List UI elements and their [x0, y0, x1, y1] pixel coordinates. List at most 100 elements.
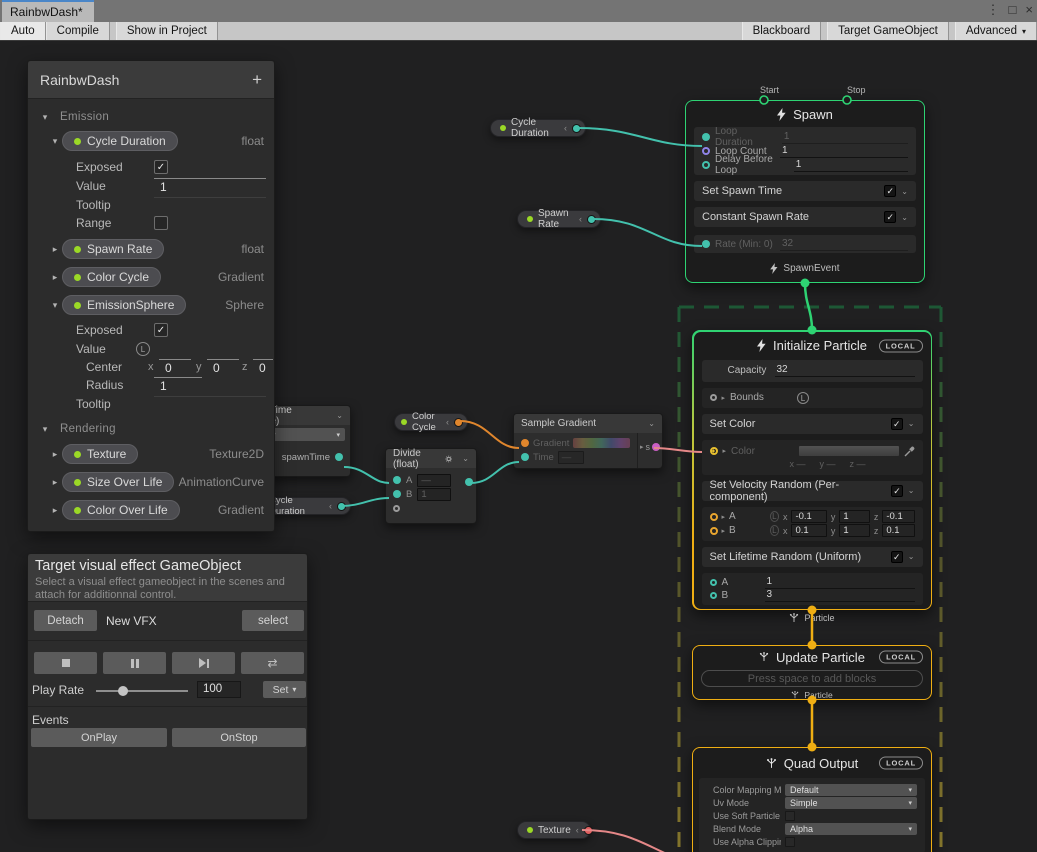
chevron-right-icon[interactable]: ▸: [48, 449, 62, 460]
expand-output-icon[interactable]: ▸: [640, 443, 644, 451]
range-checkbox[interactable]: [154, 216, 168, 230]
node-divide-float[interactable]: Divide (float) ⌄ A — B 1: [385, 448, 477, 524]
edge-texture-to-quad-output[interactable]: [582, 830, 705, 852]
velocity-a-z[interactable]: -0.1: [882, 510, 914, 523]
param-texture[interactable]: ▸ Texture Texture2D: [28, 444, 274, 464]
chevron-right-icon[interactable]: ▸: [48, 272, 62, 283]
center-x-field[interactable]: 0: [159, 359, 191, 374]
advanced-dropdown-button[interactable]: Advanced ▾: [955, 22, 1037, 40]
soft-particle-checkbox[interactable]: [785, 811, 795, 821]
loop-duration-value[interactable]: 1: [782, 131, 908, 144]
flow-spawn-to-initialize[interactable]: [805, 283, 812, 330]
chevron-right-icon[interactable]: ▸: [48, 244, 62, 255]
eyedropper-icon[interactable]: [904, 446, 915, 457]
onstop-button[interactable]: OnStop: [172, 728, 306, 747]
close-icon[interactable]: ×: [1025, 2, 1033, 18]
detach-button[interactable]: Detach: [34, 610, 97, 631]
divide-input-b-port[interactable]: [393, 490, 401, 498]
pill-output-port[interactable]: [587, 215, 596, 224]
expand-icon[interactable]: ▸: [722, 394, 726, 402]
category-rendering[interactable]: ▾ Rendering: [28, 421, 274, 437]
divide-add-input-port[interactable]: [393, 505, 400, 512]
chevron-down-icon[interactable]: ▾: [38, 424, 52, 435]
divide-b-field[interactable]: 1: [417, 488, 451, 501]
param-color-cycle[interactable]: ▸ Color Cycle Gradient: [28, 267, 274, 287]
step-button[interactable]: [172, 652, 235, 674]
pill-output-port[interactable]: [572, 124, 581, 133]
divide-a-field[interactable]: —: [417, 474, 451, 487]
param-size-over-life[interactable]: ▸ Size Over Life AnimationCurve: [28, 472, 274, 492]
color-field[interactable]: [799, 446, 899, 456]
play-rate-slider-track[interactable]: [96, 690, 188, 692]
color-mapping-dropdown[interactable]: Default ▾: [785, 784, 917, 796]
blackboard-toggle-button[interactable]: Blackboard: [742, 22, 822, 40]
play-rate-value-field[interactable]: 100: [197, 681, 241, 698]
lifetime-b-port[interactable]: [710, 592, 717, 599]
divide-output-port[interactable]: [465, 478, 473, 486]
chevron-down-icon[interactable]: ▾: [38, 112, 52, 123]
gear-icon[interactable]: [445, 454, 452, 464]
block-constant-spawn-rate[interactable]: Constant Spawn Rate ✓ ⌄: [694, 207, 916, 227]
exposed-checkbox[interactable]: ✓: [154, 323, 168, 337]
expand-icon[interactable]: ▸: [722, 513, 726, 521]
expand-icon[interactable]: ▸: [722, 527, 726, 535]
param-color-over-life[interactable]: ▸ Color Over Life Gradient: [28, 500, 274, 520]
restart-button[interactable]: ⇄: [241, 652, 304, 674]
play-rate-slider-knob[interactable]: [118, 686, 128, 696]
spawntime-output-port[interactable]: [335, 453, 343, 461]
show-in-project-button[interactable]: Show in Project: [116, 22, 218, 40]
radius-field[interactable]: 1: [154, 377, 202, 392]
chevron-down-icon[interactable]: ⌄: [648, 419, 655, 428]
collapse-icon[interactable]: ‹: [564, 123, 567, 133]
param-cycle-duration[interactable]: ▾ Cycle Duration float: [28, 131, 274, 151]
loop-duration-port[interactable]: [702, 133, 710, 141]
pause-button[interactable]: [103, 652, 166, 674]
set-play-rate-button[interactable]: Set ▾: [263, 681, 306, 698]
chevron-down-icon[interactable]: ⌄: [908, 486, 915, 495]
center-z-field[interactable]: 0: [253, 359, 273, 374]
gradient-preview[interactable]: [573, 438, 630, 448]
edge-divide-to-time[interactable]: [471, 462, 519, 483]
expand-icon[interactable]: ▸: [723, 447, 727, 455]
chevron-down-icon[interactable]: ▾: [48, 300, 62, 311]
lifetime-a-port[interactable]: [710, 579, 717, 586]
edge-cycle-duration-to-loop-duration[interactable]: [578, 128, 702, 146]
auto-button[interactable]: Auto: [0, 22, 46, 40]
alpha-clipping-checkbox[interactable]: [785, 837, 795, 847]
menu-icon[interactable]: ⋮: [987, 2, 1000, 18]
chevron-right-icon[interactable]: ▸: [48, 477, 62, 488]
block-set-spawn-time[interactable]: Set Spawn Time ✓ ⌄: [694, 181, 916, 201]
collapse-icon[interactable]: ‹: [579, 214, 582, 224]
uv-mode-dropdown[interactable]: Simple ▾: [785, 797, 917, 809]
param-spawn-rate[interactable]: ▸ Spawn Rate float: [28, 239, 274, 259]
capacity-value[interactable]: 32: [775, 364, 915, 377]
block-enabled-checkbox[interactable]: ✓: [884, 185, 896, 197]
linked-icon[interactable]: L: [797, 392, 809, 404]
chevron-down-icon[interactable]: ⌄: [901, 187, 908, 196]
chevron-down-icon[interactable]: ⌄: [908, 552, 915, 561]
collapse-icon[interactable]: ‹: [576, 825, 579, 835]
chevron-down-icon[interactable]: ⌄: [901, 213, 908, 222]
chevron-right-icon[interactable]: ▸: [48, 505, 62, 516]
block-set-velocity-random[interactable]: Set Velocity Random (Per-component) ✓ ⌄: [702, 481, 923, 501]
value-field[interactable]: 1: [154, 178, 266, 193]
chevron-down-icon[interactable]: ▾: [48, 136, 62, 147]
center-y-field[interactable]: 0: [207, 359, 239, 374]
tab-rainbwdash[interactable]: RainbwDash*: [2, 0, 94, 22]
block-set-color[interactable]: Set Color ✓ ⌄: [702, 414, 923, 434]
pill-spawn-rate[interactable]: Spawn Rate ‹: [517, 210, 601, 228]
exposed-checkbox[interactable]: ✓: [154, 160, 168, 174]
add-blocks-placeholder[interactable]: Press space to add blocks: [701, 670, 923, 687]
chevron-down-icon[interactable]: ⌄: [462, 454, 469, 463]
lifetime-b-value[interactable]: 3: [765, 589, 915, 602]
param-emission-sphere[interactable]: ▾ EmissionSphere Sphere: [28, 295, 274, 315]
block-enabled-checkbox[interactable]: ✓: [884, 211, 896, 223]
block-enabled-checkbox[interactable]: ✓: [891, 418, 903, 430]
collapse-icon[interactable]: ‹: [446, 417, 449, 427]
onplay-button[interactable]: OnPlay: [31, 728, 167, 747]
block-set-lifetime-random[interactable]: Set Lifetime Random (Uniform) ✓ ⌄: [702, 547, 923, 567]
velocity-a-y[interactable]: 1: [839, 510, 870, 523]
pill-output-port[interactable]: [454, 418, 463, 427]
pill-cycle-duration-2[interactable]: Cycle Duration ‹: [262, 497, 351, 515]
tooltip-field[interactable]: [154, 396, 266, 411]
